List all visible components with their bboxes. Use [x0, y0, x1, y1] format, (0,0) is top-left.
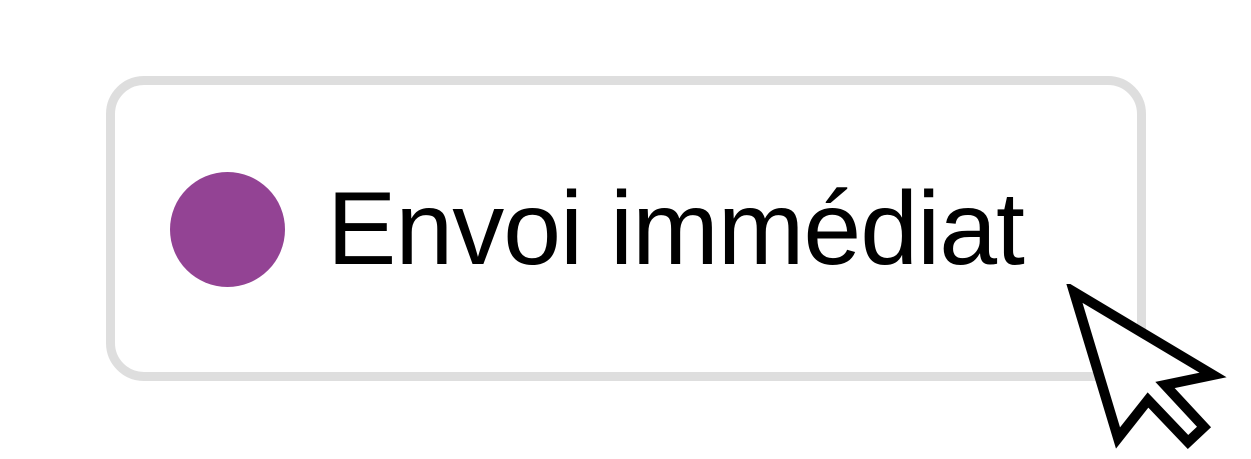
stage: Envoi immédiat [0, 0, 1251, 459]
purple-dot-icon [170, 172, 285, 287]
send-immediately-button[interactable]: Envoi immédiat [106, 76, 1146, 381]
arrow-pointer-icon [1066, 284, 1227, 449]
option-label: Envoi immédiat [327, 171, 1025, 287]
